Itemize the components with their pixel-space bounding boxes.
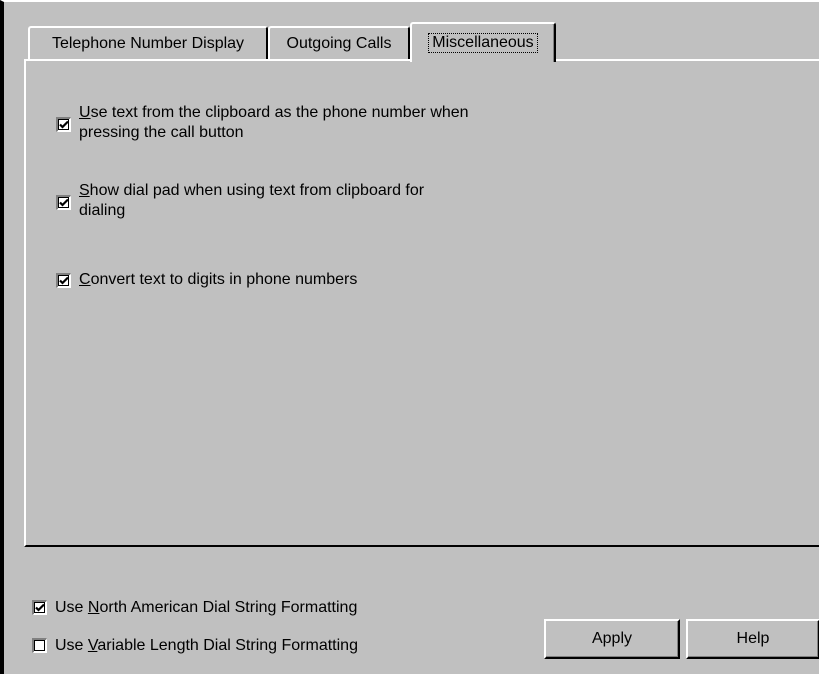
convert-text-to-digits-checkbox[interactable] <box>56 273 71 288</box>
option-convert-text-to-digits[interactable]: Convert text to digits in phone numbers <box>56 270 516 290</box>
label-prefix: Use <box>55 637 88 654</box>
show-dial-pad-label: Show dial pad when using text from clipb… <box>79 181 424 221</box>
help-button[interactable]: Help <box>686 619 819 659</box>
use-clipboard-text-checkbox[interactable] <box>56 117 71 132</box>
apply-button[interactable]: Apply <box>544 619 680 659</box>
tab-label: Miscellaneous <box>428 33 538 53</box>
use-clipboard-text-label: Use text from the clipboard as the phone… <box>79 103 469 143</box>
mnemonic-letter: N <box>87 599 100 616</box>
label-text-line2: dialing <box>79 202 126 219</box>
option-north-american-formatting[interactable]: Use North American Dial String Formattin… <box>32 598 357 618</box>
mnemonic-letter: U <box>79 104 91 121</box>
north-american-formatting-label: Use North American Dial String Formattin… <box>55 598 357 618</box>
label-text: onvert text to digits in phone numbers <box>90 271 358 288</box>
tab-outgoing-calls[interactable]: Outgoing Calls <box>268 26 410 60</box>
mnemonic-letter: V <box>87 637 98 654</box>
mnemonic-letter: C <box>79 271 91 288</box>
variable-length-formatting-checkbox[interactable] <box>32 638 47 653</box>
convert-text-to-digits-label: Convert text to digits in phone numbers <box>79 270 357 290</box>
option-variable-length-formatting[interactable]: Use Variable Length Dial String Formatti… <box>32 636 358 656</box>
tab-label: Outgoing Calls <box>286 35 392 52</box>
checkmark-icon <box>35 603 45 612</box>
apply-button-label: Apply <box>591 630 633 647</box>
checkmark-icon <box>59 198 69 207</box>
label-text: how dial pad when using text from clipbo… <box>89 182 425 199</box>
label-text-line2: pressing the call button <box>79 124 244 141</box>
option-use-clipboard-text[interactable]: Use text from the clipboard as the phone… <box>56 103 576 143</box>
mnemonic-letter: S <box>79 182 90 199</box>
label-prefix: Use <box>55 599 88 616</box>
label-text: se text from the clipboard as the phone … <box>90 104 469 121</box>
show-dial-pad-checkbox[interactable] <box>56 195 71 210</box>
tab-telephone-number-display[interactable]: Telephone Number Display <box>28 26 268 60</box>
variable-length-formatting-label: Use Variable Length Dial String Formatti… <box>55 636 358 656</box>
option-show-dial-pad[interactable]: Show dial pad when using text from clipb… <box>56 181 516 221</box>
checkmark-icon <box>59 276 69 285</box>
dialog-window: Telephone Number Display Outgoing Calls … <box>0 0 819 674</box>
label-text: orth American Dial String Formatting <box>99 599 358 616</box>
label-text: ariable Length Dial String Formatting <box>97 637 358 654</box>
north-american-formatting-checkbox[interactable] <box>32 600 47 615</box>
tab-label: Telephone Number Display <box>51 35 245 52</box>
tab-miscellaneous[interactable]: Miscellaneous <box>410 22 556 62</box>
checkmark-icon <box>59 120 69 129</box>
help-button-label: Help <box>736 630 770 647</box>
